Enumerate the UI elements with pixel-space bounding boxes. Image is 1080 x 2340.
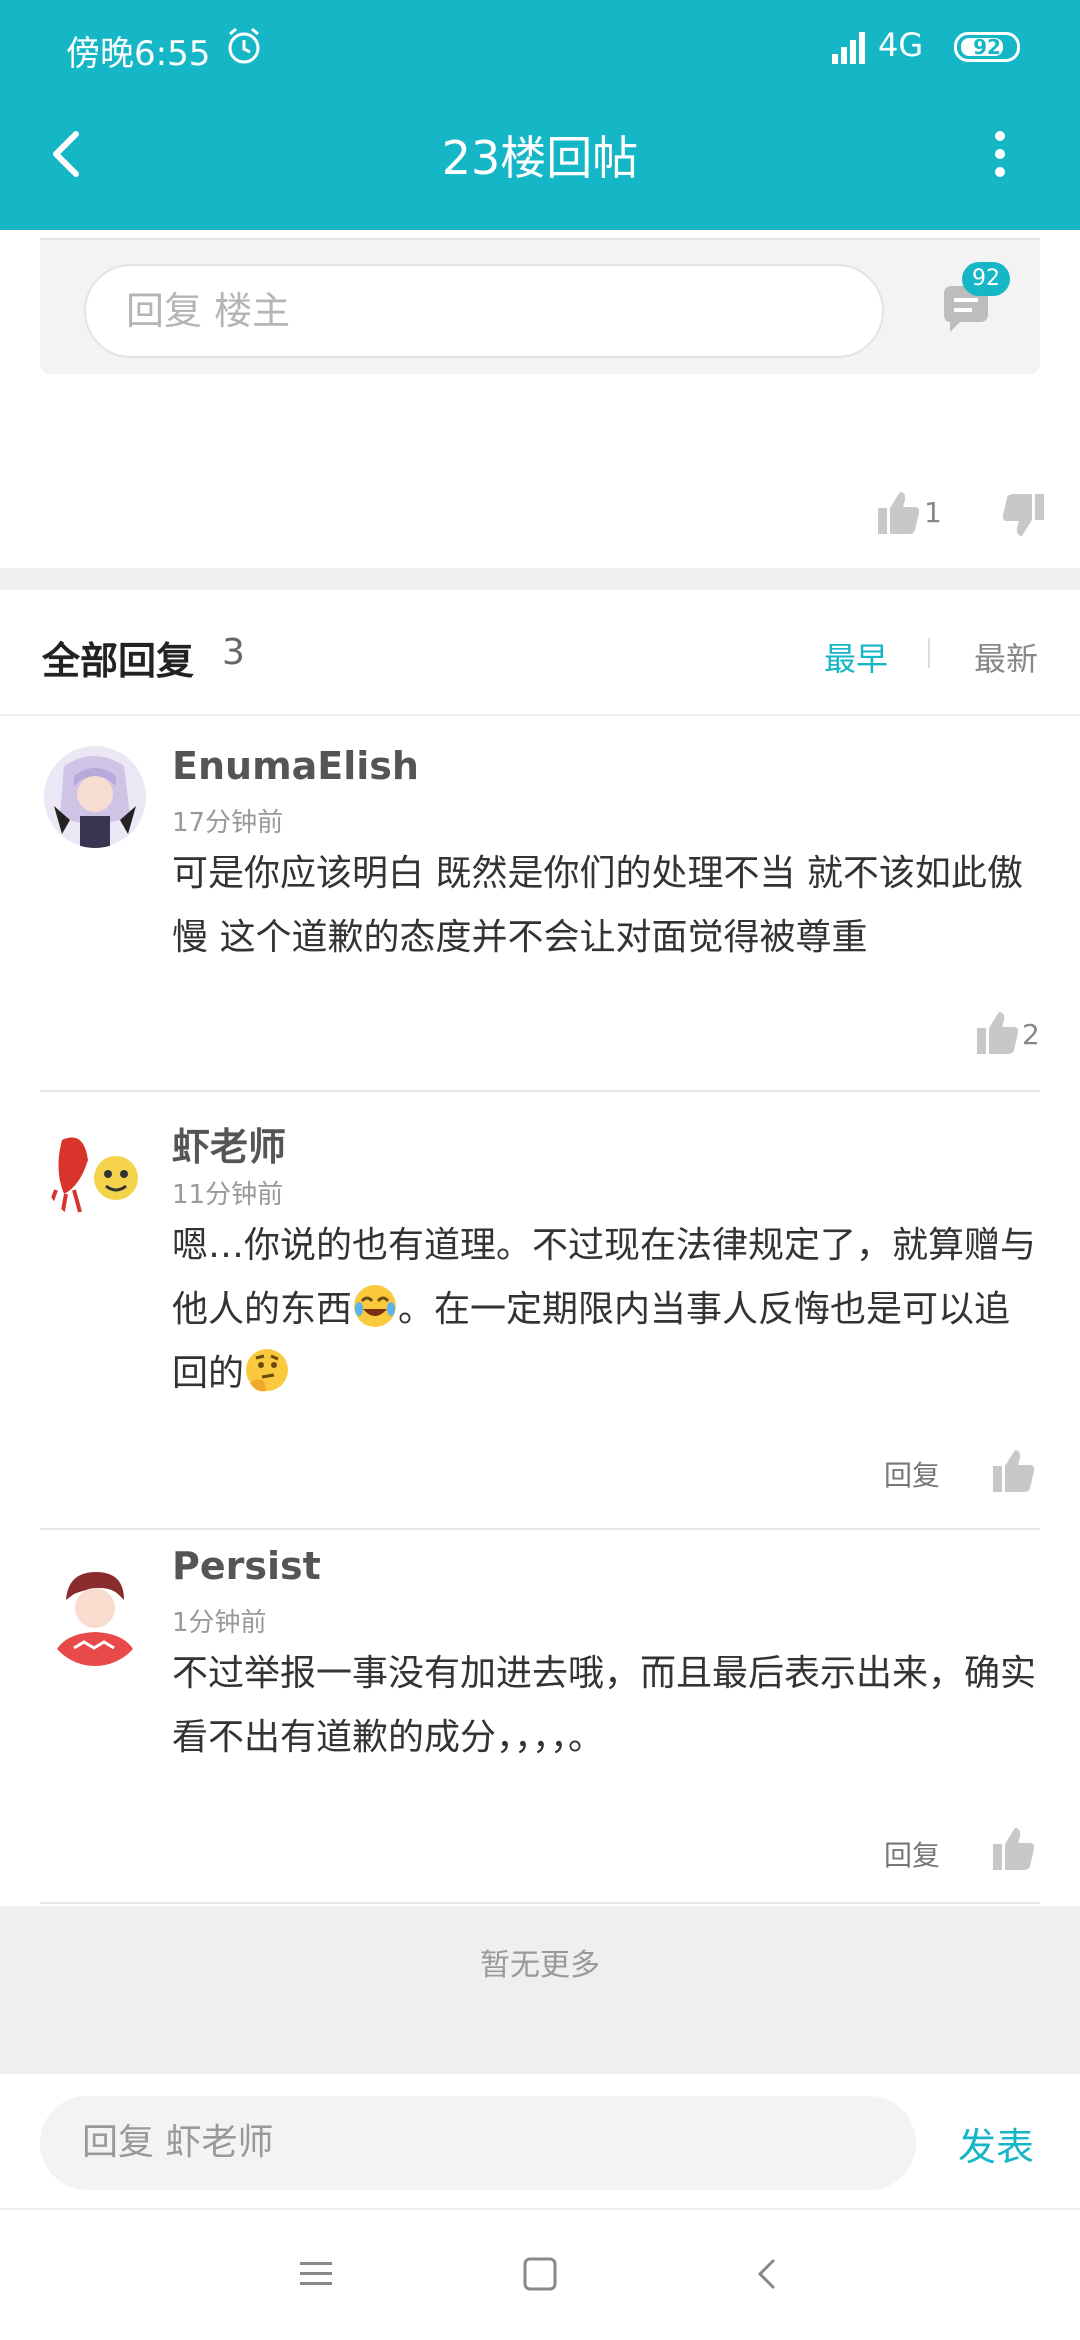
publish-button[interactable]: 发表 [958,2116,1034,2171]
thumb-up-icon[interactable] [990,1826,1036,1872]
app-header: 23楼回帖 [0,96,1080,230]
comment-count-badge: 92 [962,262,1010,296]
reply-item: 虾老师 11分钟前 嗯…你说的也有道理。不过现在法律规定了，就算赠与他人的东西。… [0,1092,1080,1528]
reply-time: 17分钟前 [172,808,284,838]
avatar[interactable] [44,746,146,848]
battery-icon: 92 [954,32,1020,62]
reply-content: 嗯…你说的也有道理。不过现在法律规定了，就算赠与他人的东西 。在一定期限内当事人反… [172,1214,1042,1406]
more-options-icon[interactable] [980,124,1020,184]
battery-level: 92 [973,35,1001,59]
signal-icon [832,32,865,64]
network-type: 4G [878,26,924,64]
reply-content: 不过举报一事没有加进去哦，而且最后表示出来，确实看不出有道歉的成分，，，，。 [172,1653,1037,1758]
post-reply-box: 回复 楼主 92 [40,238,1040,374]
thumb-down-icon[interactable] [1002,492,1046,538]
reply-content: 可是你应该明白 既然是你们的处理不当 就不该如此傲慢 这个道歉的态度并不会让对面… [172,853,1023,958]
sort-latest-tab[interactable]: 最新 [974,634,1038,680]
reply-author[interactable]: Persist [172,1544,321,1588]
alarm-icon [228,27,260,64]
thumb-up-icon[interactable] [876,490,920,536]
reply-time: 1分钟前 [172,1608,267,1638]
reply-author[interactable]: 虾老师 [172,1116,286,1171]
reply-item: Persist 1分钟前 不过举报一事没有加进去哦，而且最后表示出来，确实看不出… [0,1530,1080,1904]
avatar[interactable] [44,1120,146,1222]
reply-owner-input[interactable]: 回复 楼主 [84,264,884,358]
home-icon[interactable] [520,2254,560,2294]
reply-author[interactable]: EnumaElish [172,744,419,788]
reply-like-count: 2 [1022,1018,1040,1051]
laughing-tears-emoji-icon [354,1285,397,1327]
post-like-count: 1 [924,496,942,529]
reply-time: 11分钟前 [172,1180,284,1210]
sort-earliest-tab[interactable]: 最早 [824,634,888,680]
thinking-face-emoji-icon [246,1349,289,1392]
reply-item: EnumaElish 17分钟前 可是你应该明白 既然是你们的处理不当 就不该如… [0,718,1080,1090]
thumb-up-icon[interactable] [990,1448,1036,1494]
section-divider [0,568,1080,590]
replies-count: 3 [222,632,245,673]
page-title: 23楼回帖 [441,131,639,185]
reply-button[interactable]: 回复 [884,1834,940,1874]
status-time: 傍晚6:55 [66,34,211,74]
reply-divider [40,1902,1040,1904]
bottom-reply-bar: 回复 虾老师 发表 [0,2074,1080,2210]
replies-header: 全部回复 3 最早 最新 [0,590,1080,716]
post-actions: 1 [0,480,1080,550]
menu-icon[interactable] [296,2254,336,2294]
back-icon[interactable] [748,2254,788,2294]
system-nav-bar [0,2210,1080,2340]
status-bar: 傍晚6:55 4G 92 [0,0,1080,96]
thumb-up-icon[interactable] [974,1010,1020,1056]
reply-input[interactable]: 回复 虾老师 [40,2096,916,2190]
all-replies-label: 全部回复 [42,639,195,683]
reply-button[interactable]: 回复 [884,1454,940,1494]
sort-separator [928,638,930,668]
avatar[interactable] [44,1564,146,1666]
no-more-label: 暂无更多 [0,1906,1080,2074]
